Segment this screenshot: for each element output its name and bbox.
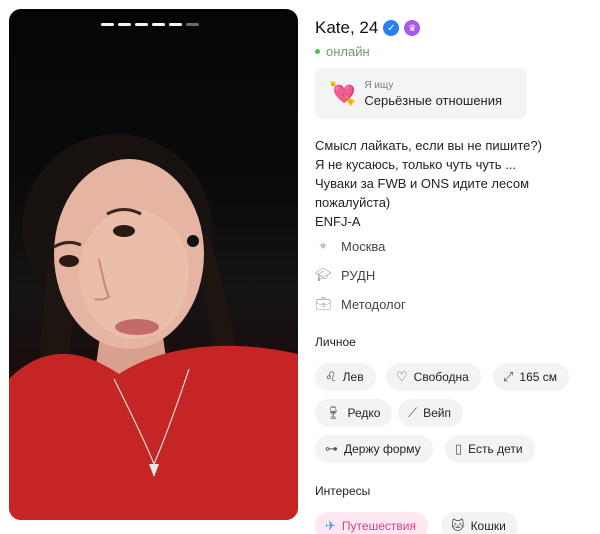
chip-relationship: ♡ Свободна (386, 363, 481, 391)
bio-line: ENFJ-A (315, 214, 361, 229)
photo-progress-segment[interactable] (101, 23, 114, 26)
dumbbell-icon: ⊶ (325, 441, 338, 456)
chip-fitness: ⊶ Держу форму (315, 435, 433, 463)
bio-line: Чуваки за FWB и ONS идите лесом (315, 176, 530, 191)
photo-progress-segment[interactable] (186, 23, 199, 26)
photo-progress (101, 23, 199, 26)
location-pin-icon: ⌖ (319, 238, 327, 253)
chip-label: 165 см (519, 370, 558, 384)
city-label: Москва (341, 238, 386, 254)
chip-zodiac: ♌︎ Лев (315, 363, 376, 391)
profile-photo[interactable] (9, 9, 298, 520)
seeking-label: Я ищу (364, 79, 394, 91)
vape-icon: ⟋ (408, 405, 418, 420)
chip-label: Есть дети (468, 442, 523, 456)
city-row: ⌖ Москва (315, 238, 385, 254)
briefcase-icon: 💼︎ (315, 296, 332, 311)
bottle-icon: ▯ (455, 441, 463, 456)
leo-icon: ♌︎ (325, 369, 337, 384)
job-row: 💼︎ Методолог (315, 296, 406, 312)
bio-line: Смысл лайкать, если вы не пишите?) (315, 138, 542, 153)
university-label: РУДН (341, 267, 376, 283)
heart-arrow-icon: 💘 (329, 80, 357, 106)
personal-section-title: Личное (315, 335, 356, 349)
chip-label: Лев (342, 370, 364, 384)
photo-progress-segment[interactable] (169, 23, 182, 26)
photo-progress-segment[interactable] (118, 23, 131, 26)
profile-name: Kate, 24 (315, 18, 379, 37)
height-icon: ⤢ (503, 369, 514, 384)
seeking-value: Серьёзные отношения (364, 92, 503, 108)
crown-icon: ♛ (404, 20, 421, 36)
wine-glass-icon: 🍷︎ (325, 405, 342, 420)
chip-label: Редко (347, 406, 381, 420)
verified-icon: ✓ (383, 20, 400, 36)
photo-progress-segment[interactable] (152, 23, 165, 26)
online-status: онлайн (315, 44, 370, 59)
bio-line: Я не кусаюсь, только чуть чуть ... (315, 157, 517, 172)
chip-interest-cats[interactable]: 🐱 Кошки (441, 512, 518, 534)
chip-label: Путешествия (341, 519, 416, 533)
graduation-cap-icon: 🎓︎ (315, 267, 332, 282)
bio-line: пожалуйста) (315, 195, 391, 210)
chip-label: Вейп (423, 406, 451, 420)
interests-section-title: Интересы (315, 484, 371, 498)
chip-kids: ▯ Есть дети (445, 435, 535, 463)
online-dot-icon (315, 49, 320, 54)
chip-smoking: ⟋ Вейп (398, 399, 463, 427)
name-row: Kate, 24 ✓ ♛ (315, 18, 421, 38)
bio: Смысл лайкать, если вы не пишите?) Я не … (315, 136, 585, 231)
heart-icon: ♡ (396, 369, 408, 384)
photo-image (9, 134, 298, 520)
chip-alcohol: 🍷︎ Редко (315, 399, 393, 427)
chip-label: Держу форму (344, 442, 421, 456)
chip-height: ⤢ 165 см (493, 363, 570, 391)
job-label: Методолог (341, 296, 406, 312)
online-label: онлайн (326, 44, 370, 59)
cat-icon: 🐱 (451, 518, 465, 533)
chip-interest-travel[interactable]: ✈ Путешествия (315, 512, 428, 534)
university-row: 🎓︎ РУДН (315, 267, 375, 283)
airplane-icon: ✈ (325, 518, 336, 533)
chip-label: Кошки (470, 519, 506, 533)
seeking-card: 💘 Я ищу Серьёзные отношения (315, 68, 527, 119)
photo-progress-segment[interactable] (135, 23, 148, 26)
chip-label: Свободна (413, 370, 469, 384)
